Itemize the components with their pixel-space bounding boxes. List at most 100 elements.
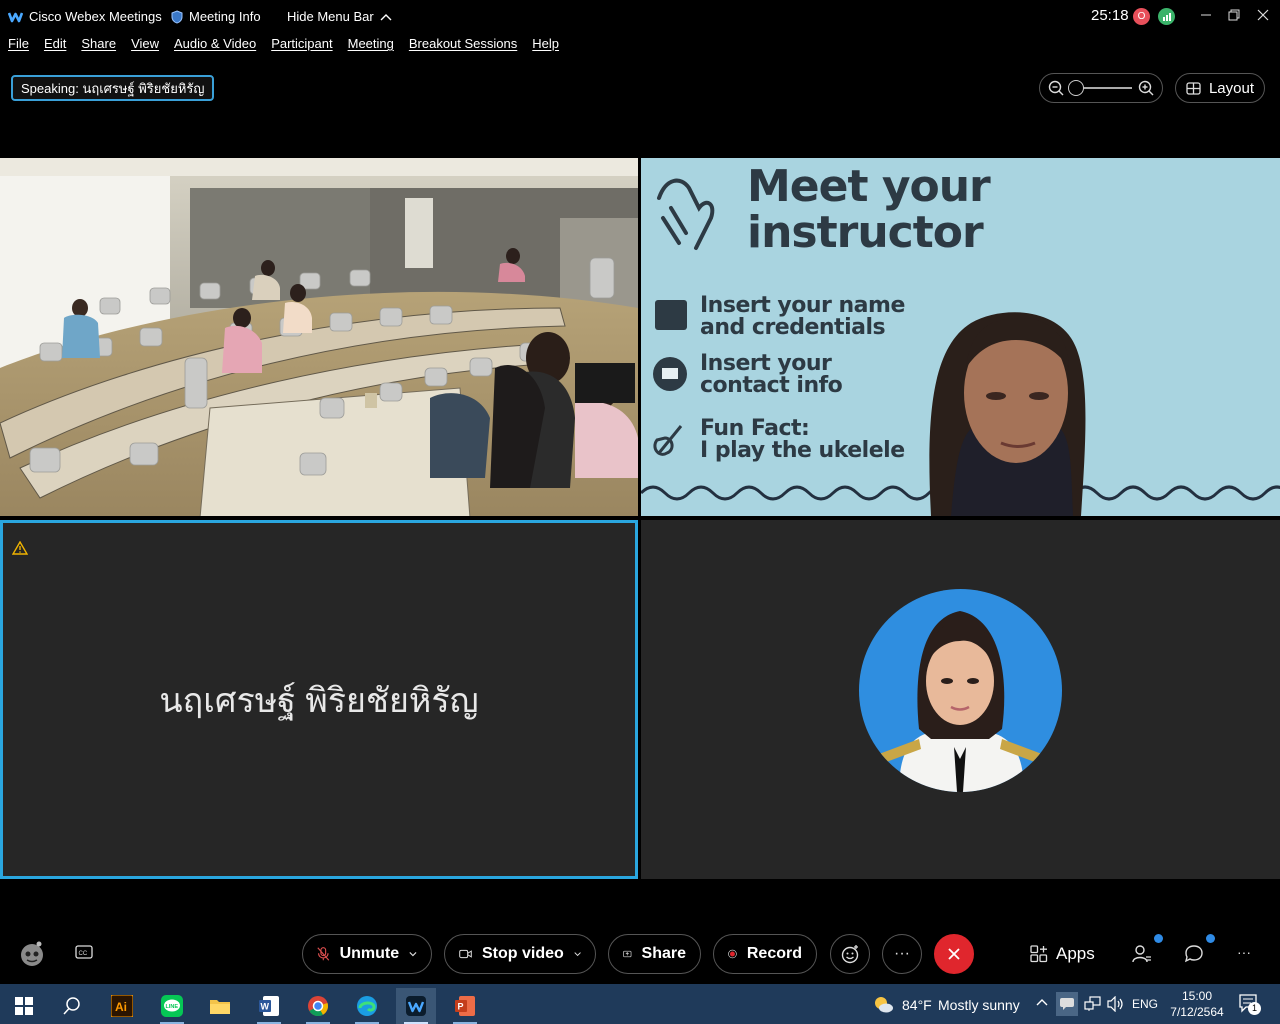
zoom-slider-handle[interactable] xyxy=(1068,80,1084,96)
menu-breakout-sessions[interactable]: Breakout Sessions xyxy=(409,36,517,56)
record-label: Record xyxy=(746,945,802,962)
speaking-name: นฤเศรษฐ์ พิริยชัยหิรัญ xyxy=(82,80,205,96)
menu-view[interactable]: View xyxy=(131,36,159,56)
webex-taskbar-icon[interactable] xyxy=(396,988,436,1024)
menu-file[interactable]: File xyxy=(8,36,29,56)
system-tray: 84°F Mostly sunny ENG 15:00 7/12/2564 1 xyxy=(870,984,1280,1024)
video-tile-instructor-slide[interactable]: Meet your instructor Insert your name an… xyxy=(641,158,1280,516)
chrome-icon[interactable] xyxy=(298,988,338,1024)
meeting-info-button[interactable]: Meeting Info xyxy=(171,9,261,24)
slide-title: Meet your instructor xyxy=(747,161,991,258)
apps-grid-icon xyxy=(1030,945,1048,963)
volume-icon[interactable] xyxy=(1107,996,1125,1012)
assistant-bot-icon[interactable] xyxy=(17,940,47,968)
share-button[interactable]: Share xyxy=(608,934,701,974)
speaking-indicator[interactable]: Speaking: นฤเศรษฐ์ พิริยชัยหิรัญ xyxy=(11,75,215,101)
participant-avatar xyxy=(859,589,1062,792)
recording-indicator-badge[interactable]: O xyxy=(1133,8,1150,25)
smiley-plus-icon xyxy=(841,945,859,964)
video-tile-active-speaker[interactable]: นฤเศรษฐ์ พิริยชัยหิรัญ xyxy=(0,520,638,879)
hide-menu-bar-button[interactable]: Hide Menu Bar xyxy=(287,9,392,24)
network-health-icon[interactable] xyxy=(1158,8,1175,25)
closed-captions-icon[interactable]: CC xyxy=(75,945,93,966)
zoom-slider[interactable] xyxy=(1068,80,1132,96)
chat-notification-dot xyxy=(1206,934,1215,943)
edge-icon[interactable] xyxy=(347,988,387,1024)
minimize-icon[interactable] xyxy=(1196,5,1216,25)
weather-description[interactable]: Mostly sunny xyxy=(938,997,1020,1013)
slide-item-fun-fact: Fun Fact: I play the ukelele xyxy=(700,416,905,463)
close-icon[interactable] xyxy=(1253,5,1273,25)
search-icon[interactable] xyxy=(52,988,92,1024)
participants-icon[interactable] xyxy=(1132,944,1152,969)
clock[interactable]: 15:00 7/12/2564 xyxy=(1166,988,1228,1020)
layout-button[interactable]: Layout xyxy=(1175,73,1265,103)
menu-participant[interactable]: Participant xyxy=(271,36,332,56)
webex-logo-icon xyxy=(8,12,23,22)
video-tile-avatar[interactable] xyxy=(641,520,1280,879)
chevron-down-icon[interactable] xyxy=(574,951,581,957)
chevron-down-icon[interactable] xyxy=(409,951,417,957)
video-camera-icon xyxy=(459,949,472,959)
network-icon[interactable] xyxy=(1084,996,1102,1012)
menu-share[interactable]: Share xyxy=(81,36,116,56)
participant-name: นฤเศรษฐ์ พิริยชัยหิรัญ xyxy=(159,682,479,720)
chat-icon[interactable] xyxy=(1184,944,1204,969)
slide-item-contact: Insert your contact info xyxy=(700,351,843,398)
chevron-up-icon[interactable] xyxy=(1036,998,1048,1006)
video-tile-conference-room[interactable] xyxy=(0,158,638,516)
end-meeting-button[interactable] xyxy=(934,934,974,974)
record-button[interactable]: Record xyxy=(713,934,817,974)
weather-partly-sunny-icon[interactable] xyxy=(872,994,894,1014)
warning-icon[interactable] xyxy=(12,541,28,555)
participants-notification-dot xyxy=(1154,934,1163,943)
speaking-label: Speaking: xyxy=(21,80,79,96)
share-screen-icon xyxy=(623,950,632,958)
menu-bar: File Edit Share View Audio & Video Parti… xyxy=(0,36,559,56)
notification-count: 1 xyxy=(1248,1002,1261,1015)
unmute-button[interactable]: Unmute xyxy=(302,934,432,974)
windows-taskbar: Ai LINE W P 84°F Mostly sunny ENG 15:00 … xyxy=(0,984,1280,1024)
conference-room-video xyxy=(0,158,638,516)
file-explorer-icon[interactable] xyxy=(200,988,240,1024)
share-label: Share xyxy=(641,945,686,962)
grid-layout-icon xyxy=(1186,81,1201,95)
app-title: Cisco Webex Meetings xyxy=(8,9,162,24)
record-icon xyxy=(728,949,737,959)
reactions-button[interactable] xyxy=(830,934,870,974)
powerpoint-icon[interactable]: P xyxy=(445,988,485,1024)
clock-time: 15:00 xyxy=(1181,989,1213,1003)
apps-button[interactable]: Apps xyxy=(1030,940,1095,968)
menu-edit[interactable]: Edit xyxy=(44,36,66,56)
layout-label: Layout xyxy=(1208,79,1255,97)
shield-icon xyxy=(171,9,183,24)
line-app-icon[interactable]: LINE xyxy=(152,988,192,1024)
overflow-menu-button[interactable]: ··· xyxy=(1237,944,1251,960)
hide-menu-label: Hide Menu Bar xyxy=(287,9,374,24)
svg-text:W: W xyxy=(261,1002,270,1012)
apps-label: Apps xyxy=(1056,944,1095,963)
stop-video-button[interactable]: Stop video xyxy=(444,934,596,974)
input-language[interactable]: ENG xyxy=(1132,997,1158,1011)
meeting-timer: 25:18 xyxy=(1091,7,1129,24)
windows-start-icon[interactable] xyxy=(4,988,44,1024)
app-name: Cisco Webex Meetings xyxy=(29,9,162,24)
zoom-out-icon[interactable] xyxy=(1048,80,1064,96)
restore-icon[interactable] xyxy=(1224,5,1244,25)
close-icon xyxy=(948,948,960,960)
svg-text:LINE: LINE xyxy=(166,1004,179,1010)
word-icon[interactable]: W xyxy=(249,988,289,1024)
more-options-button[interactable]: ··· xyxy=(882,934,922,974)
menu-help[interactable]: Help xyxy=(532,36,559,56)
slide-item-credentials: Insert your name and credentials xyxy=(700,293,905,340)
tray-app-highlight[interactable] xyxy=(1056,992,1078,1016)
svg-text:CC: CC xyxy=(79,951,88,957)
zoom-in-icon[interactable] xyxy=(1138,80,1154,96)
menu-audio-video[interactable]: Audio & Video xyxy=(174,36,256,56)
notification-center-icon[interactable]: 1 xyxy=(1238,993,1261,1018)
illustrator-icon[interactable]: Ai xyxy=(102,988,142,1024)
weather-temperature[interactable]: 84°F xyxy=(902,997,932,1013)
svg-text:Ai: Ai xyxy=(115,1000,127,1014)
menu-meeting[interactable]: Meeting xyxy=(348,36,394,56)
zoom-control xyxy=(1039,73,1163,103)
